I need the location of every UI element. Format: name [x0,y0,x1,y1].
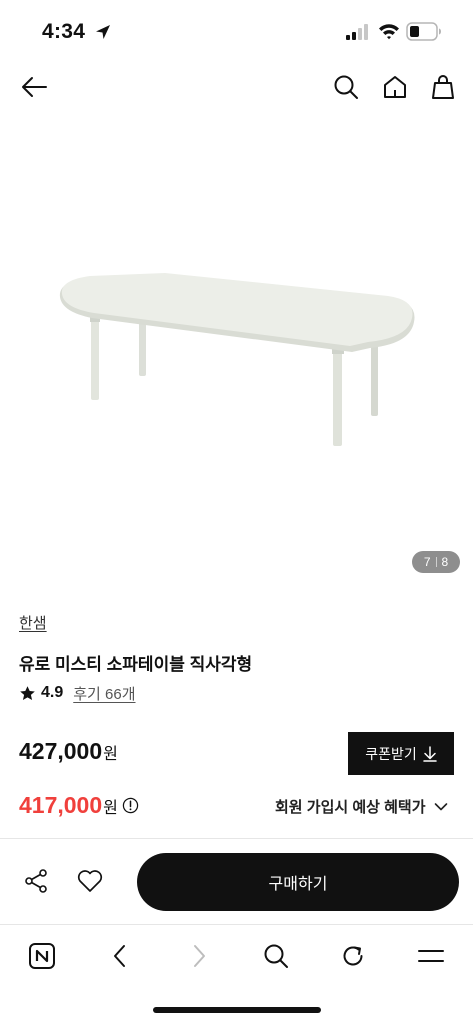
sale-price-unit: 원 [103,799,118,817]
browser-forward-button[interactable] [181,938,217,974]
top-nav-bar [0,62,473,114]
home-button[interactable] [377,69,413,105]
original-price-amount: 427,000 [19,738,103,764]
forward-icon [194,945,205,967]
image-counter: 7 8 [412,551,460,573]
counter-separator [435,557,437,567]
status-bar: 4:34 [0,0,473,62]
naver-home-button[interactable] [24,938,60,974]
signal-icon [346,24,368,40]
coupon-button-label: 쿠폰받기 [365,745,417,762]
home-icon [384,76,406,98]
share-icon [25,869,47,893]
battery-icon [406,22,441,41]
browser-back-button[interactable] [102,938,138,974]
image-counter-current: 7 [423,555,431,569]
browser-refresh-button[interactable] [335,938,371,974]
purchase-action-bar: 구매하기 [0,839,473,924]
buy-button[interactable]: 구매하기 [137,853,459,911]
rating-value: 4.9 [41,684,64,701]
original-price-unit: 원 [103,746,118,763]
member-benefit-dropdown[interactable]: 회원 가입시 예상 혜택가 [275,796,448,817]
status-time-group: 4:34 [0,0,130,62]
search-button[interactable] [328,69,364,105]
star-icon [20,685,35,700]
product-image-gallery[interactable] [0,114,473,594]
location-arrow-icon [96,25,110,39]
sale-price: 417,000 원 [19,792,139,819]
shopping-bag-icon [432,75,454,99]
coupon-download-button[interactable]: 쿠폰받기 [348,732,454,775]
product-image [59,273,415,446]
search-icon [334,75,358,99]
back-icon [114,945,125,967]
browser-menu-button[interactable] [413,938,449,974]
shopping-bag-button[interactable] [425,69,461,105]
rating-row: 4.9 후기 66개 [19,683,136,703]
browser-search-button[interactable] [258,938,294,974]
sale-price-amount: 417,000 [19,792,103,818]
download-icon [423,745,437,762]
home-indicator[interactable] [153,1007,321,1013]
wishlist-button[interactable] [75,866,105,896]
status-time: 4:34 [42,20,86,43]
chevron-down-icon [434,802,447,810]
brand-link[interactable]: 한샘 [19,612,47,633]
refresh-icon [343,946,363,966]
naver-logo-icon [29,943,55,969]
menu-icon [418,950,444,962]
back-button[interactable] [16,69,52,105]
review-count-link[interactable]: 후기 66개 [73,683,135,704]
back-arrow-icon [22,77,47,97]
image-counter-total: 8 [441,555,449,569]
wifi-icon [379,24,399,40]
share-button[interactable] [21,866,51,896]
product-title: 유로 미스티 소파테이블 직사각형 [19,655,253,674]
browser-toolbar [0,925,473,987]
info-icon[interactable] [122,797,139,814]
heart-icon [77,870,103,892]
search-icon [264,944,288,968]
original-price: 427,000 원 [19,738,118,765]
member-benefit-label: 회원 가입시 예상 혜택가 [275,799,426,816]
